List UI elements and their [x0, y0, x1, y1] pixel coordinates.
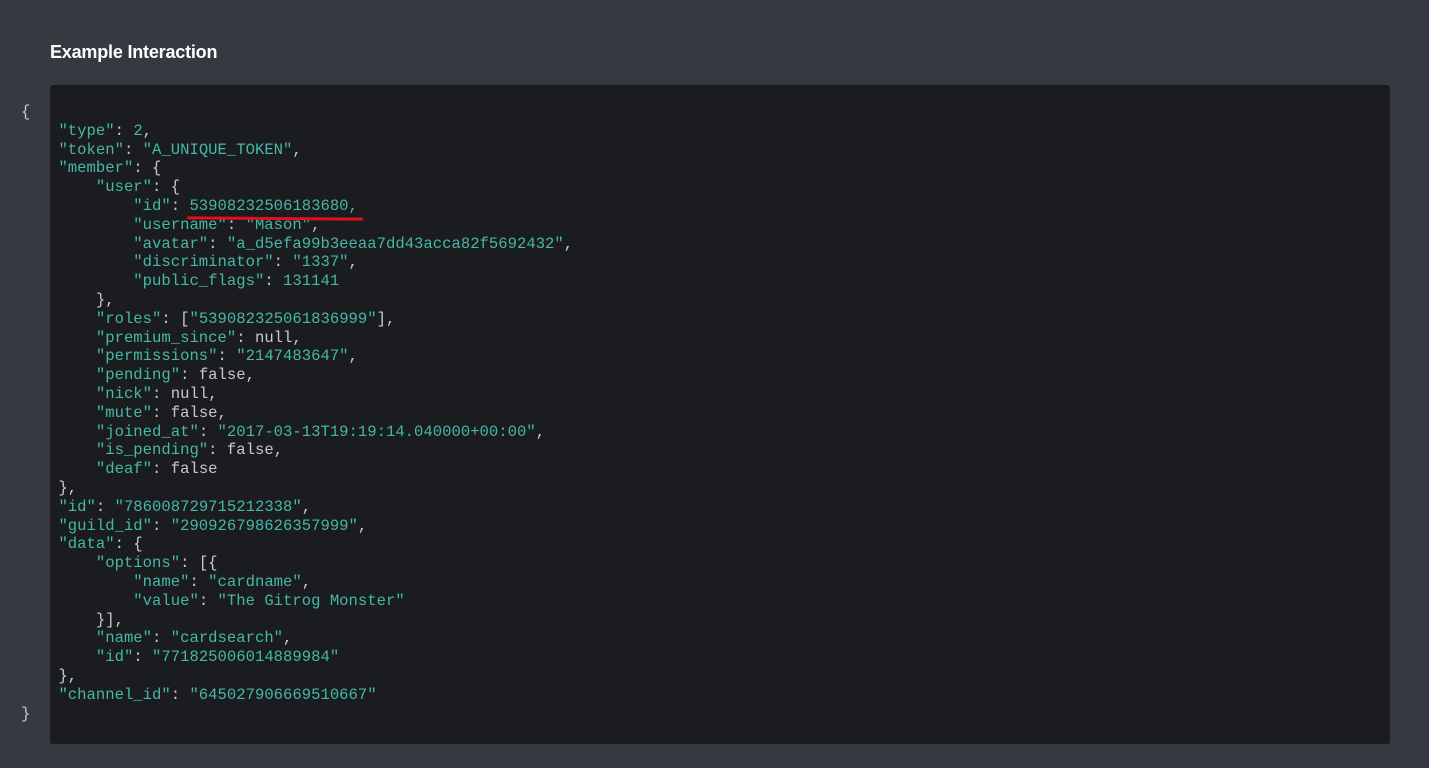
json-value: "771825006014889984": [152, 648, 340, 667]
json-key: "public_flags": [133, 272, 265, 291]
code-line: "channel_id": "645027906669510667": [58, 685, 377, 704]
json-value: "786008729715212338": [114, 497, 302, 516]
code-line: "discriminator": "1337",: [133, 253, 358, 272]
json-value: 53908232506183680,: [189, 196, 358, 215]
code-line: "roles": ["539082325061836999"],: [95, 309, 396, 328]
json-key: "member": [58, 159, 134, 178]
brace-open: {: [21, 103, 31, 121]
json-value: "290926798626357999": [170, 516, 358, 535]
code-line: "permissions": "2147483647",: [95, 347, 358, 366]
code-line: "nick": null,: [95, 384, 218, 403]
code-line: "options": [{: [95, 554, 218, 573]
code-line: "value": "The Gitrog Monster": [133, 591, 405, 610]
code-line: "guild_id": "290926798626357999",: [58, 516, 368, 535]
json-key: "joined_at": [95, 422, 199, 441]
json-key: "channel_id": [58, 685, 171, 704]
json-value: 2: [133, 121, 143, 140]
json-key: "guild_id": [58, 516, 153, 535]
code-line: "member": {: [58, 159, 162, 178]
json-key: "id": [95, 648, 134, 667]
json-value: false: [170, 403, 218, 422]
json-key: "mute": [95, 403, 153, 422]
json-value: "a_d5efa99b3eeaa7dd43acca82f5692432": [226, 234, 564, 253]
json-key: "name": [95, 629, 153, 648]
json-value: 131141: [283, 272, 340, 291]
code-line: }: [21, 705, 573, 724]
json-value: "645027906669510667": [189, 685, 377, 704]
json-key: "data": [58, 535, 115, 554]
json-value: null: [170, 384, 209, 403]
code-line: },: [21, 290, 115, 309]
json-value: "A_UNIQUE_TOKEN": [142, 140, 293, 159]
code-line: "token": "A_UNIQUE_TOKEN",: [58, 140, 302, 159]
brace-close: }: [21, 704, 31, 723]
json-key: "is_pending": [95, 441, 209, 460]
json-key: "avatar": [133, 234, 209, 253]
code-line: "joined_at": "2017-03-13T19:19:14.040000…: [95, 422, 546, 441]
code-line: "type": 2,: [58, 121, 153, 140]
code-line: "id": "771825006014889984": [95, 648, 340, 667]
documentation-page: Example Interaction { "type": 2, "token"…: [0, 0, 1429, 768]
json-key: "deaf": [95, 460, 153, 479]
json-value: "cardname": [208, 572, 302, 591]
code-line: "name": "cardname",: [133, 572, 312, 591]
json-key: "discriminator": [133, 253, 274, 272]
code-line: "mute": false,: [95, 403, 227, 422]
code-line: "data": {: [58, 535, 143, 554]
code-line: "premium_since": null,: [95, 328, 302, 347]
json-key: "id": [58, 497, 96, 516]
code-line: "deaf": false: [95, 460, 218, 479]
code-line: },: [21, 666, 78, 685]
json-key: "permissions": [95, 347, 218, 366]
json-key: "type": [58, 121, 115, 140]
code-line: "id": 53908232506183680,: [21, 196, 573, 221]
json-key: "token": [58, 140, 124, 159]
code-line: "id": "786008729715212338",: [58, 497, 312, 516]
json-value: false: [198, 366, 246, 385]
json-value: "2017-03-13T19:19:14.040000+00:00": [217, 422, 536, 441]
json-key: "user": [95, 178, 153, 197]
highlighted-user-id: 53908232506183680,: [187, 196, 364, 221]
code-line: {: [21, 103, 573, 122]
code-json: { "type": 2, "token": "A_UNIQUE_TOKEN", …: [21, 103, 573, 723]
json-key: "id": [133, 196, 171, 215]
json-value: false: [170, 460, 218, 479]
json-key: "premium_since": [95, 328, 237, 347]
json-value: "2147483647": [236, 347, 349, 366]
json-key: "nick": [95, 384, 153, 403]
json-value: "1337": [292, 253, 349, 272]
code-line: },: [21, 478, 78, 497]
code-line: "name": "cardsearch",: [95, 629, 293, 648]
json-key: "name": [133, 572, 190, 591]
code-line: "user": {: [95, 178, 181, 197]
code-line: "avatar": "a_d5efa99b3eeaa7dd43acca82f56…: [133, 234, 574, 253]
code-line: "pending": false,: [95, 366, 255, 385]
section-title: Example Interaction: [50, 42, 218, 62]
json-value: null: [254, 328, 293, 347]
json-key: "value": [133, 591, 199, 610]
json-value: "539082325061836999": [189, 309, 377, 328]
json-value: "The Gitrog Monster": [217, 591, 405, 610]
json-value: "cardsearch": [170, 629, 284, 648]
code-line: }],: [21, 610, 124, 629]
json-key: "roles": [95, 309, 162, 328]
code-line: "public_flags": 131141: [133, 272, 340, 291]
json-value: false: [226, 441, 274, 460]
json-key: "pending": [95, 366, 181, 385]
json-key: "options": [95, 554, 181, 573]
code-line: "is_pending": false,: [95, 441, 284, 460]
